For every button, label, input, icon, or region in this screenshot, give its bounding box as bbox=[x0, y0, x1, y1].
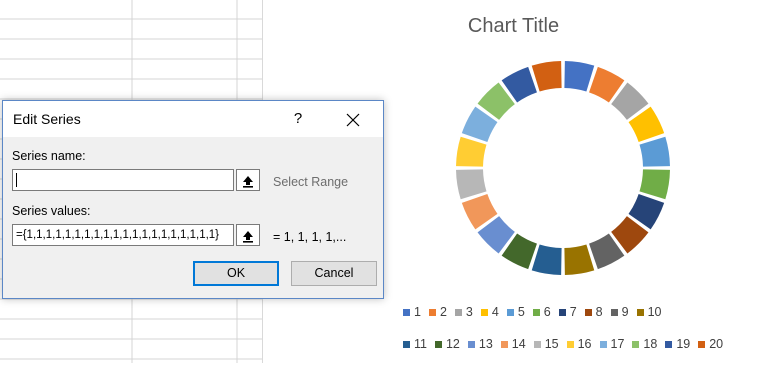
series-name-input[interactable] bbox=[12, 169, 234, 191]
legend-label: 2 bbox=[439, 305, 447, 319]
dialog-title: Edit Series bbox=[13, 111, 81, 127]
legend-swatch bbox=[403, 308, 410, 316]
legend-swatch bbox=[698, 340, 706, 348]
legend-swatch bbox=[454, 308, 462, 316]
donut-slice-10[interactable] bbox=[564, 244, 595, 275]
legend-label: 3 bbox=[465, 305, 473, 319]
legend-swatch bbox=[566, 340, 574, 348]
legend-swatch bbox=[480, 308, 488, 316]
legend-swatch bbox=[636, 308, 644, 316]
help-button[interactable]: ? bbox=[283, 107, 313, 131]
donut-slice-20[interactable] bbox=[531, 61, 562, 92]
close-button[interactable] bbox=[338, 107, 368, 131]
legend-swatch bbox=[558, 308, 566, 316]
legend-swatch bbox=[610, 308, 618, 316]
legend-item-5[interactable]: 5 bbox=[506, 305, 525, 319]
donut-slice-11[interactable] bbox=[531, 244, 562, 275]
legend-swatch bbox=[403, 340, 410, 348]
collapse-arrow-icon bbox=[243, 230, 253, 243]
donut-slice-5[interactable] bbox=[639, 136, 670, 167]
legend-swatch bbox=[428, 308, 436, 316]
series-name-collapse-button[interactable] bbox=[236, 169, 260, 191]
select-range-text: Select Range bbox=[273, 175, 349, 189]
legend-item-15[interactable]: 15 bbox=[533, 337, 559, 351]
legend-label: 20 bbox=[709, 337, 724, 351]
legend-item-13[interactable]: 13 bbox=[467, 337, 493, 351]
legend-item-14[interactable]: 14 bbox=[500, 337, 526, 351]
donut-slice-16[interactable] bbox=[456, 136, 487, 167]
cancel-button[interactable]: Cancel bbox=[291, 261, 377, 286]
legend-label: 10 bbox=[647, 305, 662, 319]
legend-item-6[interactable]: 6 bbox=[532, 305, 551, 319]
legend-item-20[interactable]: 20 bbox=[698, 337, 723, 351]
legend-label: 9 bbox=[621, 305, 629, 319]
legend-item-11[interactable]: 11 bbox=[403, 337, 427, 351]
legend-label: 14 bbox=[511, 337, 526, 351]
legend-swatch bbox=[500, 340, 508, 348]
legend-swatch bbox=[532, 308, 540, 316]
legend-swatch bbox=[665, 340, 673, 348]
legend-label: 13 bbox=[478, 337, 493, 351]
legend-item-3[interactable]: 3 bbox=[454, 305, 473, 319]
legend-label: 19 bbox=[676, 337, 691, 351]
close-icon bbox=[346, 113, 360, 127]
legend-label: 18 bbox=[643, 337, 658, 351]
collapse-arrow-icon bbox=[243, 175, 253, 188]
series-values-input[interactable]: ={1,1,1,1,1,1,1,1,1,1,1,1,1,1,1,1,1,1,1,… bbox=[12, 224, 234, 246]
chart-legend[interactable]: 1 2 3 4 5 6 7 8 9 10 11 12 13 14 15 16 17 18 19 20 bbox=[403, 302, 743, 366]
legend-label: 7 bbox=[569, 305, 577, 319]
donut-slice-15[interactable] bbox=[456, 169, 487, 200]
legend-item-9[interactable]: 9 bbox=[610, 305, 629, 319]
legend-row: 11 12 13 14 15 16 17 18 19 20 bbox=[403, 334, 743, 354]
series-name-label: Series name: bbox=[12, 149, 86, 163]
legend-item-10[interactable]: 10 bbox=[636, 305, 662, 319]
legend-label: 1 bbox=[414, 305, 421, 319]
legend-item-17[interactable]: 17 bbox=[599, 337, 625, 351]
legend-swatch bbox=[632, 340, 640, 348]
legend-item-1[interactable]: 1 bbox=[403, 305, 421, 319]
legend-row: 1 2 3 4 5 6 7 8 9 10 bbox=[403, 302, 743, 322]
legend-label: 17 bbox=[610, 337, 625, 351]
legend-label: 16 bbox=[577, 337, 592, 351]
legend-item-16[interactable]: 16 bbox=[566, 337, 592, 351]
legend-item-4[interactable]: 4 bbox=[480, 305, 499, 319]
legend-swatch bbox=[584, 308, 592, 316]
legend-label: 11 bbox=[414, 337, 427, 351]
legend-item-19[interactable]: 19 bbox=[665, 337, 690, 351]
legend-label: 15 bbox=[544, 337, 559, 351]
legend-label: 12 bbox=[445, 337, 460, 351]
series-values-collapse-button[interactable] bbox=[236, 224, 260, 246]
series-values-label: Series values: bbox=[12, 204, 91, 218]
legend-swatch bbox=[533, 340, 541, 348]
legend-label: 6 bbox=[543, 305, 551, 319]
text-caret bbox=[16, 172, 17, 187]
edit-series-dialog: Edit Series ? Series name: Select Range … bbox=[2, 100, 384, 299]
legend-label: 8 bbox=[595, 305, 603, 319]
legend-item-12[interactable]: 12 bbox=[434, 337, 460, 351]
legend-item-7[interactable]: 7 bbox=[558, 305, 577, 319]
legend-item-18[interactable]: 18 bbox=[632, 337, 657, 351]
legend-swatch bbox=[467, 340, 475, 348]
legend-swatch bbox=[434, 340, 442, 348]
legend-item-8[interactable]: 8 bbox=[584, 305, 603, 319]
legend-item-2[interactable]: 2 bbox=[428, 305, 447, 319]
legend-swatch bbox=[506, 308, 514, 316]
donut-slice-6[interactable] bbox=[639, 169, 670, 200]
legend-label: 4 bbox=[491, 305, 499, 319]
donut-slice-1[interactable] bbox=[564, 61, 595, 92]
legend-swatch bbox=[599, 340, 607, 348]
legend-label: 5 bbox=[517, 305, 525, 319]
dialog-titlebar[interactable]: Edit Series ? bbox=[3, 101, 383, 137]
values-preview: = 1, 1, 1, 1,... bbox=[273, 230, 347, 244]
ok-button[interactable]: OK bbox=[193, 261, 279, 286]
